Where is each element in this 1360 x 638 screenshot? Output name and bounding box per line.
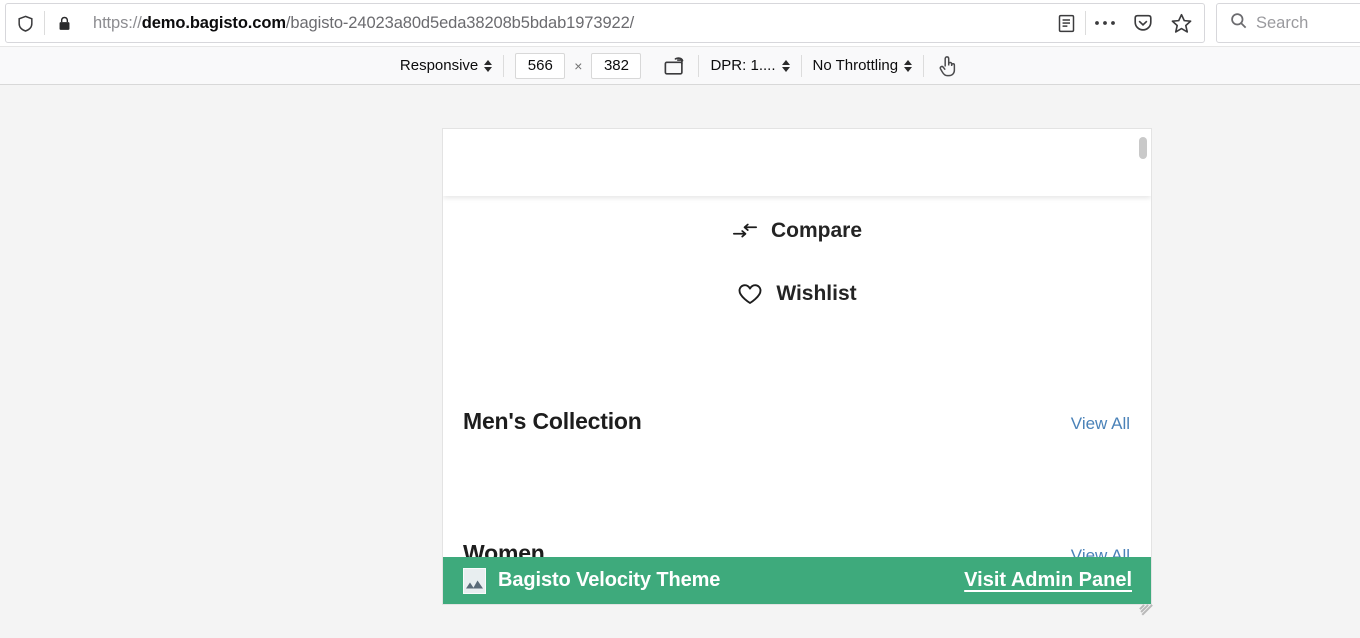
viewport-width-input[interactable] [515, 52, 566, 79]
url-bar[interactable]: https://demo.bagisto.com/bagisto-24023a8… [5, 3, 1205, 43]
url-text[interactable]: https://demo.bagisto.com/bagisto-24023a8… [83, 14, 1047, 33]
rotate-viewport-button[interactable] [652, 47, 698, 84]
shield-icon[interactable] [6, 4, 44, 42]
dpr-select-label: DPR: 1.... [710, 57, 776, 74]
broken-image-icon [463, 567, 486, 594]
touch-simulation-button[interactable] [924, 47, 971, 84]
ellipsis-icon[interactable] [1086, 4, 1124, 42]
lock-icon[interactable] [45, 4, 83, 42]
chevron-updown-icon [781, 59, 790, 72]
compare-arrows-icon [732, 221, 758, 241]
search-placeholder: Search [1256, 13, 1309, 32]
throttling-select-label: No Throttling [812, 57, 899, 74]
page-content: Compare Wishlist Men's Collection View A… [443, 198, 1151, 604]
urlbar-actions [1047, 4, 1204, 42]
page-scrollbar-thumb[interactable] [1139, 137, 1147, 159]
viewport-stage: Compare Wishlist Men's Collection View A… [0, 86, 1360, 638]
responsive-design-mode-toolbar: Responsive × DPR: 1.... No Throttling [0, 46, 1360, 85]
wishlist-link[interactable]: Wishlist [443, 282, 1151, 306]
viewport-resize-grip[interactable] [1136, 591, 1153, 616]
chevron-updown-icon [484, 59, 493, 72]
visit-admin-panel-link[interactable]: Visit Admin Panel [964, 569, 1132, 592]
search-icon [1229, 11, 1248, 35]
url-host-prefix: demo. [141, 13, 190, 32]
wishlist-label: Wishlist [776, 282, 857, 305]
device-select-label: Responsive [399, 57, 479, 74]
theme-banner: Bagisto Velocity Theme Visit Admin Panel [443, 557, 1151, 604]
collection-section-mens: Men's Collection View All [443, 408, 1151, 435]
device-select[interactable]: Responsive [389, 47, 503, 84]
dpr-select[interactable]: DPR: 1.... [699, 47, 800, 84]
view-all-link[interactable]: View All [1071, 414, 1130, 434]
viewport-size-group: × [504, 47, 652, 84]
banner-title: Bagisto Velocity Theme [498, 569, 721, 591]
browser-search-bar[interactable]: Search [1216, 3, 1360, 43]
site-header [443, 129, 1151, 196]
star-icon[interactable] [1162, 4, 1200, 42]
compare-link[interactable]: Compare [443, 219, 1151, 243]
reader-view-icon[interactable] [1047, 4, 1085, 42]
pocket-icon[interactable] [1124, 4, 1162, 42]
url-path: /bagisto-24023a80d5eda38208b5bdab1973922… [285, 13, 635, 32]
viewport-height-input[interactable] [591, 52, 642, 79]
device-viewport: Compare Wishlist Men's Collection View A… [442, 128, 1152, 605]
size-separator: × [574, 57, 583, 74]
chevron-updown-icon [904, 59, 913, 72]
browser-chrome: https://demo.bagisto.com/bagisto-24023a8… [0, 0, 1360, 46]
collection-title: Men's Collection [463, 408, 642, 434]
banner-left-group: Bagisto Velocity Theme [463, 567, 721, 594]
heart-icon [737, 282, 763, 306]
url-scheme: https:// [93, 13, 142, 32]
throttling-select[interactable]: No Throttling [802, 47, 924, 84]
compare-label: Compare [770, 219, 863, 242]
url-host: bagisto.com [189, 13, 286, 32]
